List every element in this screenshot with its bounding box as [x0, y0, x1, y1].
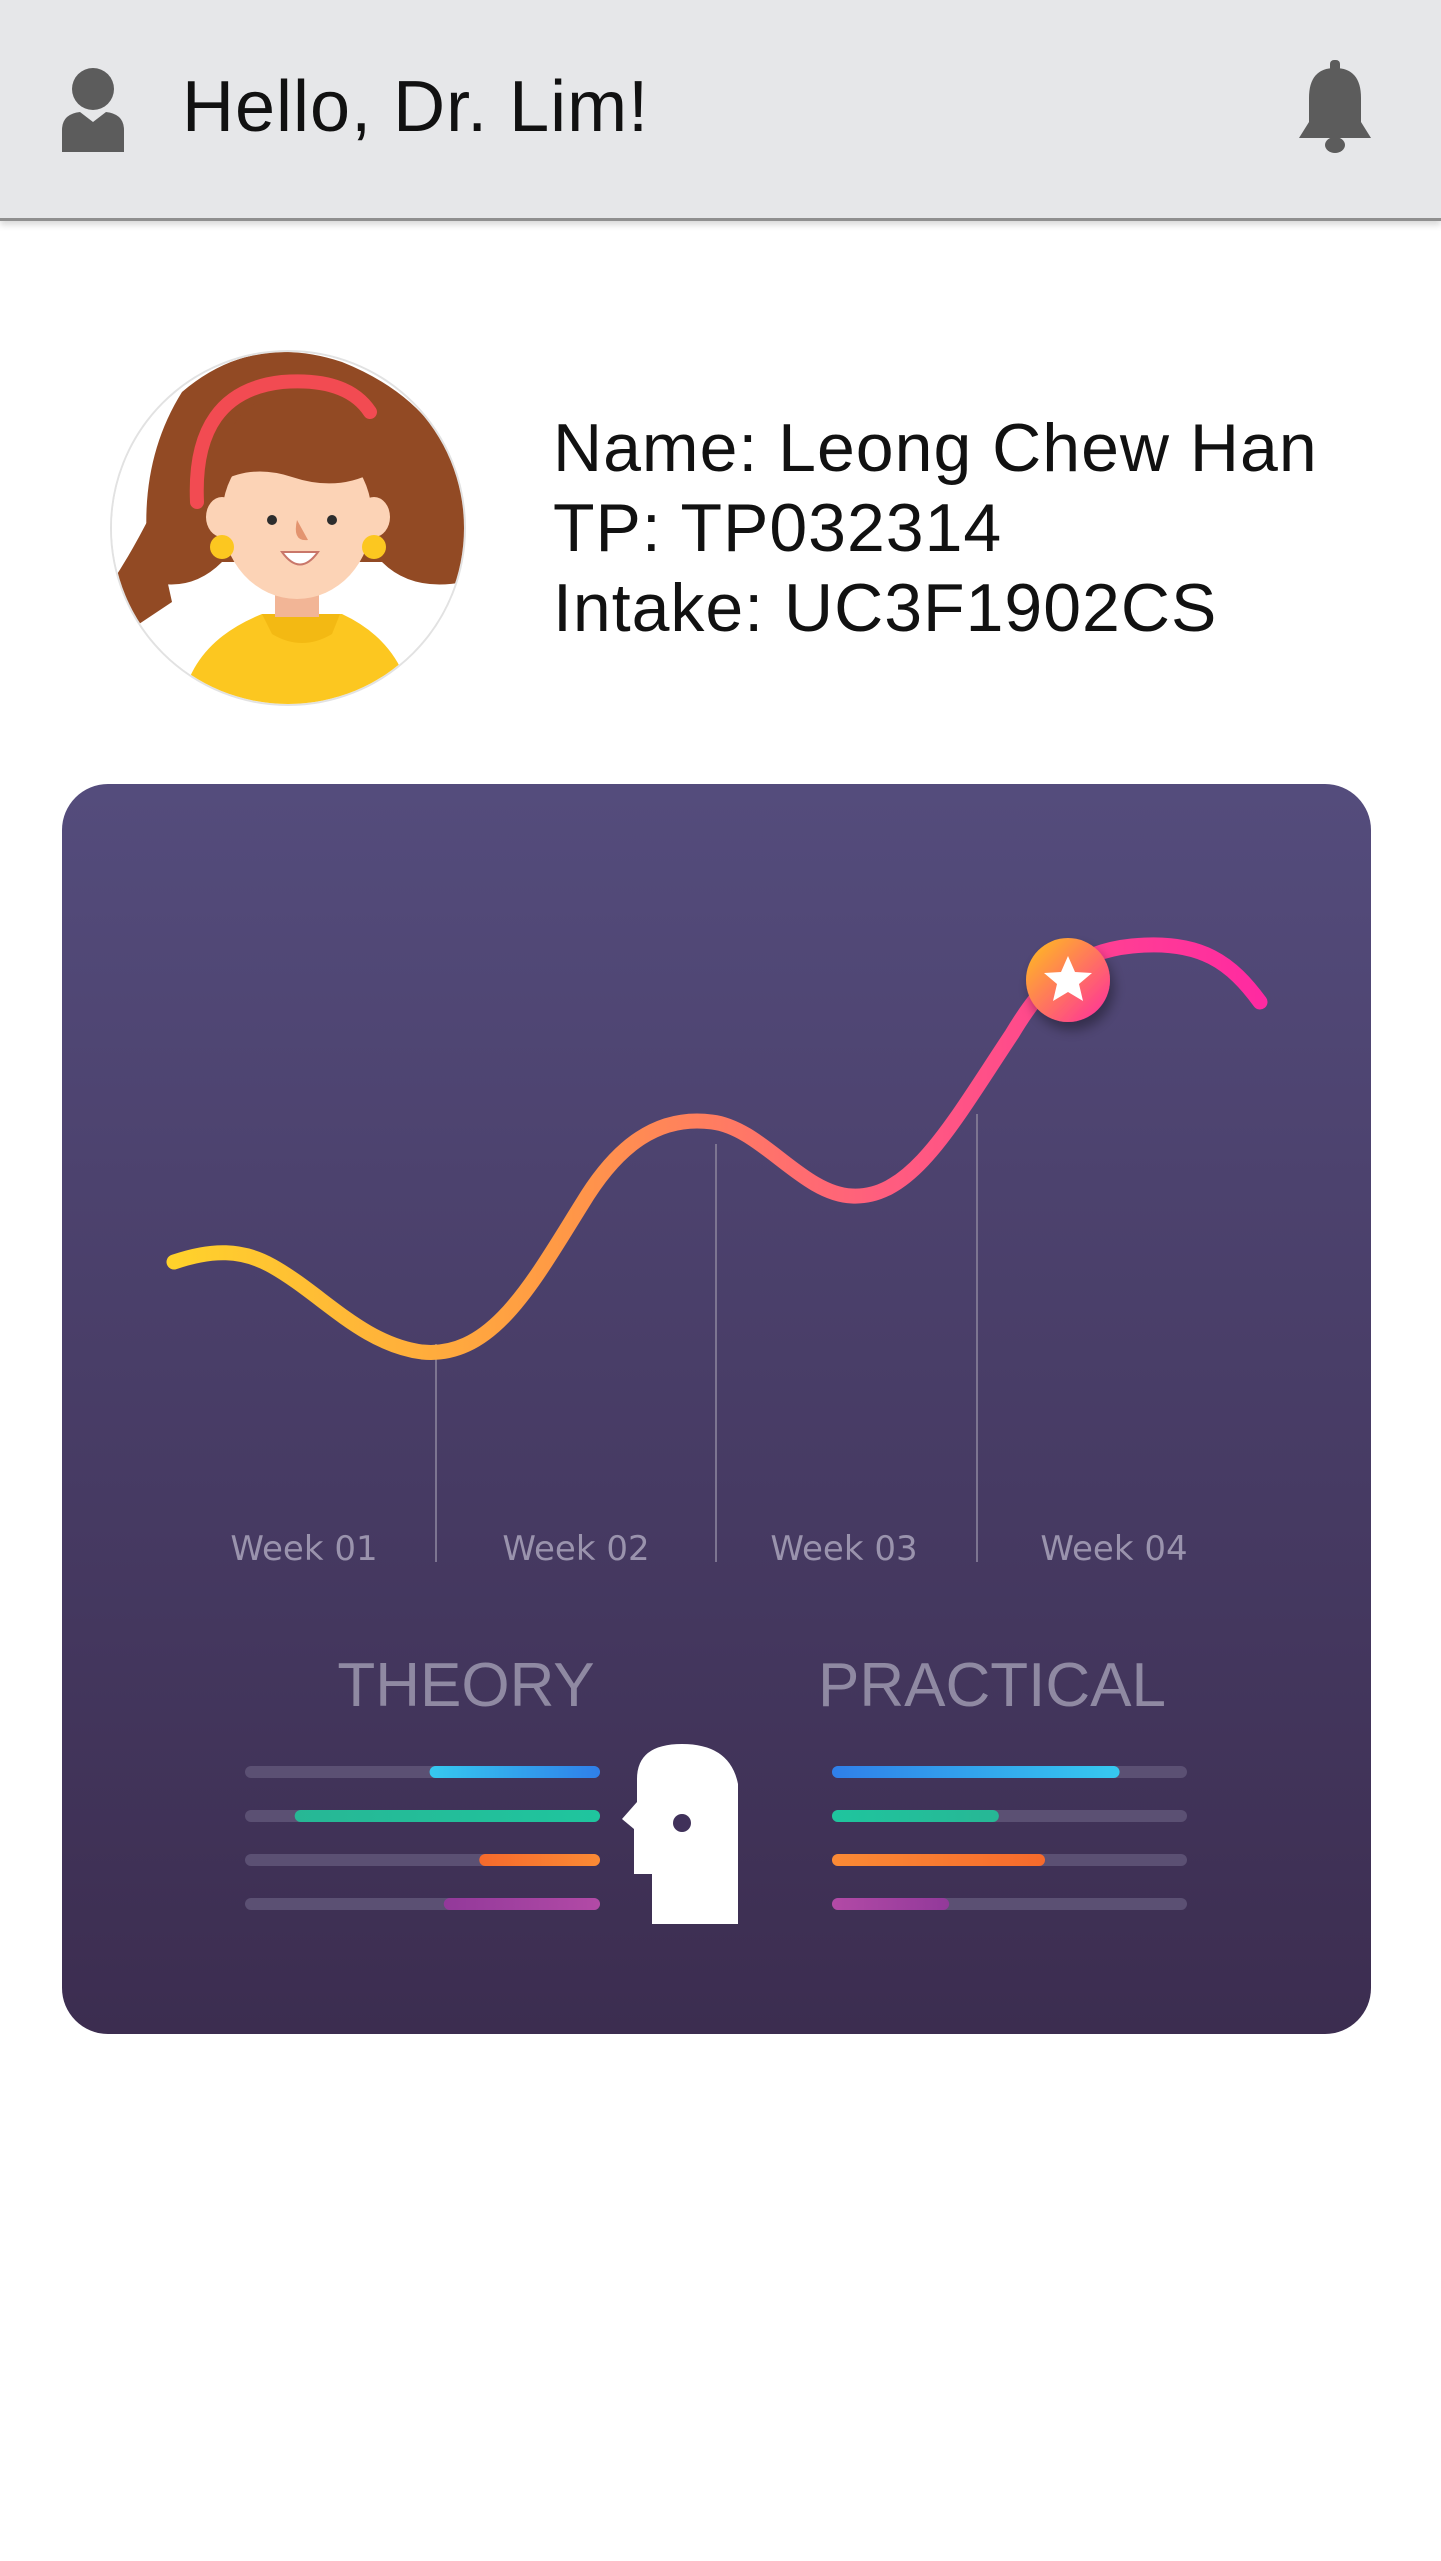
- greeting-title: Hello, Dr. Lim!: [182, 67, 650, 147]
- week-label: Week 04: [1040, 1529, 1187, 1569]
- app-header: Hello, Dr. Lim!: [0, 0, 1441, 221]
- theory-label: THEORY: [337, 1651, 594, 1720]
- theory-bar-fill: [294, 1810, 600, 1822]
- student-intake: Intake: UC3F1902CS: [553, 570, 1218, 646]
- student-name: Name: Leong Chew Han: [553, 410, 1318, 486]
- theory-bar-fill: [429, 1766, 600, 1778]
- week-label: Week 02: [502, 1529, 649, 1569]
- week-label: Week 03: [770, 1529, 917, 1569]
- practical-bar-fill: [832, 1854, 1045, 1866]
- practical-label: PRACTICAL: [818, 1651, 1166, 1720]
- user-icon[interactable]: [58, 64, 128, 152]
- bell-icon[interactable]: [1295, 60, 1375, 155]
- star-marker-icon: [1026, 938, 1110, 1022]
- practical-bar-fill: [832, 1898, 950, 1910]
- theory-bar-fill: [479, 1854, 600, 1866]
- student-tp: TP: TP032314: [553, 490, 1003, 566]
- progress-card: Week 01 Week 02 Week 03 Week 04 THEORY P…: [62, 784, 1371, 2034]
- practical-bar-fill: [832, 1766, 1120, 1778]
- theory-bar-fill: [443, 1898, 600, 1910]
- head-icon: [622, 1744, 738, 1924]
- week-label: Week 01: [230, 1529, 377, 1569]
- practical-bar-fill: [832, 1810, 999, 1822]
- student-info: Name: Leong Chew Han TP: TP032314 Intake…: [553, 408, 1318, 648]
- student-avatar: [110, 350, 466, 706]
